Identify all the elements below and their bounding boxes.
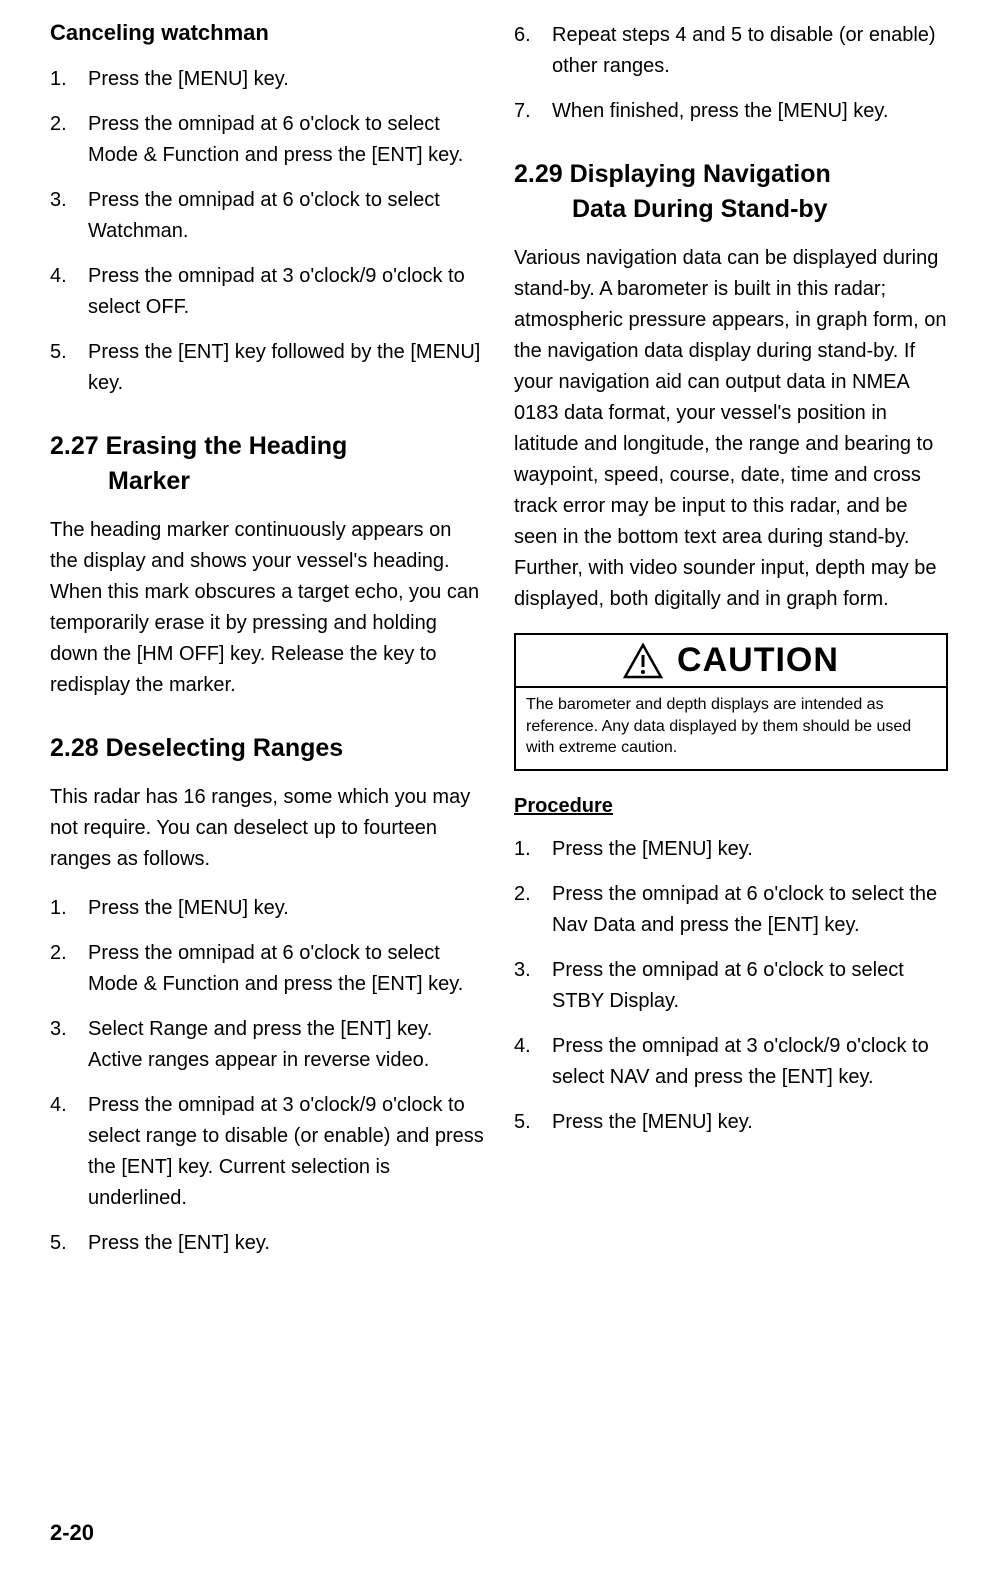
list-item: Press the omnipad at 6 o'clock to select… [50, 109, 484, 171]
left-column: Canceling watchman Press the [MENU] key.… [50, 20, 484, 1273]
page-number: 2-20 [50, 1520, 94, 1546]
body-text: This radar has 16 ranges, some which you… [50, 782, 484, 875]
list-item: Press the [MENU] key. [50, 64, 484, 95]
list-item: Press the omnipad at 3 o'clock/9 o'clock… [514, 1031, 948, 1093]
body-text: Various navigation data can be displayed… [514, 243, 948, 615]
list-item: Press the [MENU] key. [50, 893, 484, 924]
list-item: Press the [MENU] key. [514, 1107, 948, 1138]
list-cancel-watchman: Press the [MENU] key. Press the omnipad … [50, 64, 484, 399]
list-item: Press the omnipad at 6 o'clock to select… [514, 955, 948, 1017]
section-heading-228: 2.28 Deselecting Ranges [50, 731, 484, 766]
warning-triangle-icon [623, 643, 663, 679]
caution-body: The barometer and depth displays are int… [516, 688, 946, 769]
list-procedure: Press the [MENU] key. Press the omnipad … [514, 834, 948, 1138]
section-heading-227: 2.27 Erasing the Heading Marker [50, 429, 484, 499]
list-item: Select Range and press the [ENT] key. Ac… [50, 1014, 484, 1076]
right-column: Repeat steps 4 and 5 to disable (or enab… [514, 20, 948, 1273]
list-item: When finished, press the [MENU] key. [514, 96, 948, 127]
list-item: Press the [MENU] key. [514, 834, 948, 865]
list-item: Repeat steps 4 and 5 to disable (or enab… [514, 20, 948, 82]
list-item: Press the omnipad at 6 o'clock to select… [50, 938, 484, 1000]
heading-line: Data During Stand-by [514, 192, 948, 227]
list-item: Press the [ENT] key. [50, 1228, 484, 1259]
subheading-canceling-watchman: Canceling watchman [50, 20, 484, 46]
section-heading-229: 2.29 Displaying Navigation Data During S… [514, 157, 948, 227]
list-deselect-ranges: Press the [MENU] key. Press the omnipad … [50, 893, 484, 1259]
caution-box: CAUTION The barometer and depth displays… [514, 633, 948, 771]
heading-line: 2.29 Displaying Navigation [514, 160, 831, 188]
list-item: Press the [ENT] key followed by the [MEN… [50, 337, 484, 399]
list-item: Press the omnipad at 3 o'clock/9 o'clock… [50, 261, 484, 323]
heading-line: Marker [50, 464, 484, 499]
list-deselect-ranges-cont: Repeat steps 4 and 5 to disable (or enab… [514, 20, 948, 127]
caution-title: CAUTION [677, 641, 839, 680]
heading-line: 2.27 Erasing the Heading [50, 432, 347, 460]
list-item: Press the omnipad at 3 o'clock/9 o'clock… [50, 1090, 484, 1214]
caution-header: CAUTION [516, 635, 946, 688]
body-text: The heading marker continuously appears … [50, 515, 484, 701]
list-item: Press the omnipad at 6 o'clock to select… [514, 879, 948, 941]
list-item: Press the omnipad at 6 o'clock to select… [50, 185, 484, 247]
procedure-heading: Procedure [514, 795, 948, 818]
